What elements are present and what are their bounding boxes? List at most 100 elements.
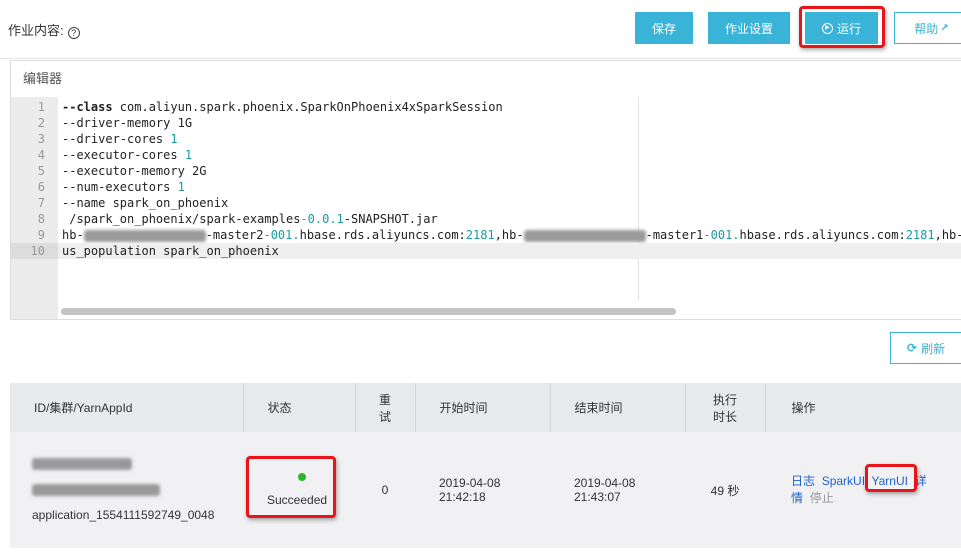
divider bbox=[0, 58, 961, 59]
code-token: --num-executors bbox=[62, 180, 178, 194]
external-link-icon: ↗ bbox=[940, 22, 949, 34]
line-number: 3 bbox=[37, 132, 45, 146]
code-text: --class com.aliyun.spark.phoenix.SparkOn… bbox=[62, 99, 503, 115]
editor-title: 编辑器 bbox=[11, 61, 961, 97]
line-number: 6 bbox=[37, 180, 45, 194]
line-number: 9 bbox=[37, 228, 45, 242]
play-circle-icon: ▶ bbox=[821, 22, 833, 34]
col-status: 状态 bbox=[243, 383, 356, 432]
code-text: /spark_on_phoenix/spark-examples-0.0.1-S… bbox=[62, 211, 438, 227]
cell-status: Succeeded bbox=[243, 432, 355, 548]
cell-id: application_1554111592749_0048 bbox=[10, 432, 243, 548]
code-line: 1 --class com.aliyun.spark.phoenix.SparkO… bbox=[11, 99, 961, 115]
line-number: 7 bbox=[37, 196, 45, 210]
code-line: 10 us_population spark_on_phoenix bbox=[11, 243, 961, 259]
sparkui-link[interactable]: SparkUI bbox=[822, 474, 865, 488]
yarn-app-id: application_1554111592749_0048 bbox=[32, 508, 215, 522]
redacted-id bbox=[32, 458, 132, 470]
cell-retries: 0 bbox=[355, 432, 415, 548]
code-line: 7 --name spark_on_phoenix bbox=[11, 195, 961, 211]
line-number: 10 bbox=[11, 243, 58, 259]
code-text: --driver-cores 1 bbox=[62, 131, 178, 147]
col-retries: 重试 bbox=[355, 383, 416, 432]
line-number: 1 bbox=[37, 100, 45, 114]
help-button[interactable]: 帮助 ↗ bbox=[894, 12, 961, 44]
code-token: us_population spark_on_phoenix bbox=[62, 244, 279, 258]
highlight-box bbox=[865, 464, 917, 492]
code-token: 1 bbox=[177, 180, 185, 194]
line-number: 4 bbox=[37, 148, 45, 162]
code-text: --executor-memory 2G bbox=[62, 163, 207, 179]
run-button[interactable]: ▶ 运行 bbox=[805, 12, 878, 44]
code-line: 6 --num-executors 1 bbox=[11, 179, 961, 195]
code-text: --num-executors 1 bbox=[62, 179, 185, 195]
stop-link[interactable]: 停止 bbox=[810, 491, 834, 505]
refresh-icon: ⟳ bbox=[907, 341, 918, 355]
code-token: --driver-memory 1G bbox=[62, 116, 193, 130]
redacted-cluster bbox=[32, 484, 160, 496]
refresh-label: 刷新 bbox=[921, 341, 946, 356]
editor-panel: 编辑器 1 --class com.aliyun.spark.phoenix.Sp… bbox=[10, 60, 961, 320]
table-row: application_1554111592749_0048 Succeeded… bbox=[10, 432, 961, 548]
save-button[interactable]: 保存 bbox=[635, 12, 693, 44]
code-token: /spark_on_phoenix/spark-examples bbox=[62, 212, 301, 226]
code-token: ,hb- bbox=[934, 228, 961, 242]
code-token: 2181 bbox=[905, 228, 935, 242]
code-text: --name spark_on_phoenix bbox=[62, 195, 228, 211]
col-actions: 操作 bbox=[765, 383, 961, 432]
code-text: us_population spark_on_phoenix bbox=[62, 243, 279, 259]
cell-start: 2019-04-08 21:42:18 bbox=[415, 432, 550, 548]
highlight-box bbox=[246, 456, 336, 518]
col-end: 结束时间 bbox=[550, 383, 686, 432]
page-title: 作业内容:? bbox=[8, 20, 80, 39]
code-token: -001. bbox=[703, 228, 740, 242]
refresh-button[interactable]: ⟳ 刷新 bbox=[890, 332, 961, 364]
cell-actions: 日志 SparkUI YarnUI 详情 停止 bbox=[765, 432, 961, 548]
code-text: --driver-memory 1G bbox=[62, 115, 192, 131]
code-line: 2 --driver-memory 1G bbox=[11, 115, 961, 131]
code-token: --executor-memory 2G bbox=[62, 164, 207, 178]
help-label: 帮助 bbox=[914, 21, 939, 36]
code-token: -0.0.1 bbox=[300, 212, 344, 226]
code-line: 9 hb- -master2-001.hbase.rds.aliyuncs.com:… bbox=[11, 227, 961, 243]
cell-duration: 49 秒 bbox=[685, 432, 765, 548]
line-number: 8 bbox=[37, 212, 45, 226]
table-header-row: ID/集群/YarnAppId 状态 重试 开始时间 结束时间 执行时长 操作 bbox=[10, 383, 961, 432]
job-settings-button[interactable]: 作业设置 bbox=[708, 12, 790, 44]
col-id: ID/集群/YarnAppId bbox=[10, 383, 244, 432]
code-line: 8 /spark_on_phoenix/spark-examples-0.0.1… bbox=[11, 211, 961, 227]
code-token: -master2 bbox=[205, 228, 264, 242]
code-token: 1 bbox=[184, 148, 193, 162]
code-token: ,hb- bbox=[494, 228, 524, 242]
col-duration: 执行时长 bbox=[685, 383, 766, 432]
horizontal-scrollbar[interactable] bbox=[61, 308, 676, 315]
question-circle-icon[interactable]: ? bbox=[67, 27, 80, 39]
code-line: 5 --executor-memory 2G bbox=[11, 163, 961, 179]
code-text: hb- -master2-001.hbase.rds.aliyuncs.com:2… bbox=[62, 227, 961, 243]
line-number: 5 bbox=[37, 164, 45, 178]
code-token: --driver-cores bbox=[62, 132, 171, 146]
cell-end: 2019-04-08 21:43:07 bbox=[550, 432, 685, 548]
code-token: -001. bbox=[263, 228, 300, 242]
code-token: hbase.rds.aliyuncs.com: bbox=[299, 228, 466, 242]
code-token: 1 bbox=[170, 132, 178, 146]
code-token: --executor-cores bbox=[62, 148, 185, 162]
job-runs-table: ID/集群/YarnAppId 状态 重试 开始时间 结束时间 执行时长 操作 … bbox=[10, 383, 961, 548]
log-link[interactable]: 日志 bbox=[791, 474, 815, 488]
run-label: 运行 bbox=[836, 21, 861, 36]
code-token: hb- bbox=[62, 228, 84, 242]
code-text: --executor-cores 1 bbox=[62, 147, 192, 163]
code-token: --name spark_on_phoenix bbox=[62, 196, 229, 210]
code-line: 4 --executor-cores 1 bbox=[11, 147, 961, 163]
code-line: 3 --driver-cores 1 bbox=[11, 131, 961, 147]
code-token: hbase.rds.aliyuncs.com: bbox=[739, 228, 906, 242]
code-token: --class bbox=[62, 100, 113, 114]
code-editor[interactable]: 1 --class com.aliyun.spark.phoenix.SparkO… bbox=[11, 97, 961, 319]
code-token: com.aliyun.spark.phoenix.SparkOnPhoenix4… bbox=[112, 100, 503, 114]
code-token: -master1 bbox=[645, 228, 704, 242]
code-token: -SNAPSHOT.jar bbox=[343, 212, 438, 226]
col-start: 开始时间 bbox=[415, 383, 551, 432]
title-text: 作业内容: bbox=[8, 23, 64, 38]
redacted-text bbox=[523, 229, 646, 242]
line-number: 2 bbox=[37, 116, 45, 130]
